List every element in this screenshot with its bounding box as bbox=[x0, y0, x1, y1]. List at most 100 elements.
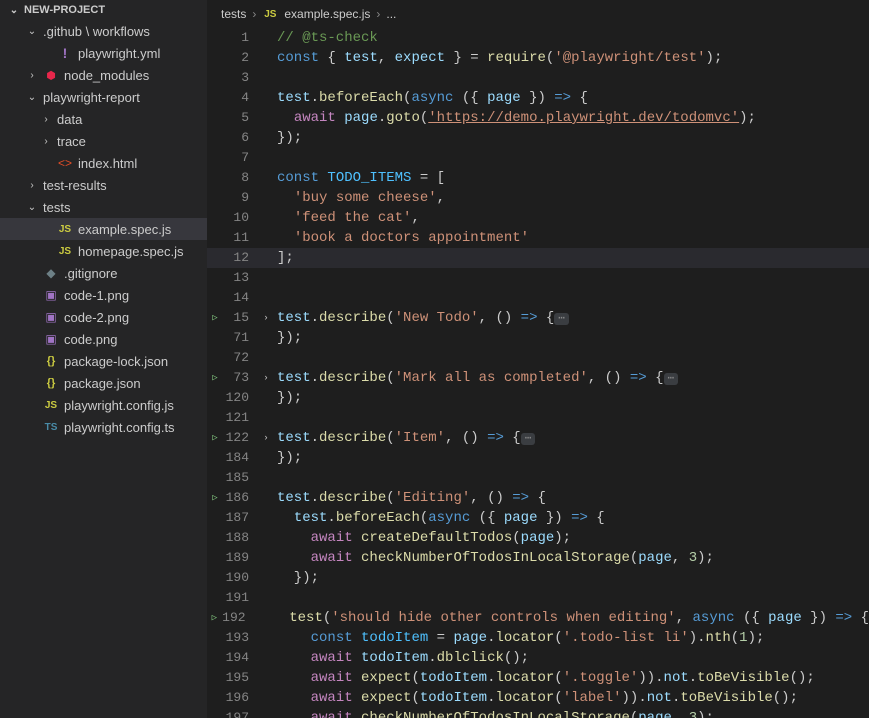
code-line[interactable]: 189 await checkNumberOfTodosInLocalStora… bbox=[207, 548, 869, 568]
run-test-icon[interactable]: ▷ bbox=[212, 308, 217, 328]
code-content[interactable]: }); bbox=[273, 388, 869, 408]
code-line[interactable]: 8const TODO_ITEMS = [ bbox=[207, 168, 869, 188]
code-line[interactable]: ▷73›test.describe('Mark all as completed… bbox=[207, 368, 869, 388]
code-line[interactable]: 195 await expect(todoItem.locator('.togg… bbox=[207, 668, 869, 688]
folder-item[interactable]: ›⬢node_modules bbox=[0, 64, 207, 86]
code-content[interactable]: test.describe('New Todo', () => {⋯ bbox=[273, 308, 869, 328]
code-content[interactable]: }); bbox=[273, 568, 869, 588]
code-line[interactable]: 197 await checkNumberOfTodosInLocalStora… bbox=[207, 708, 869, 718]
code-content[interactable]: await checkNumberOfTodosInLocalStorage(p… bbox=[273, 548, 869, 568]
file-item[interactable]: ▣code-2.png bbox=[0, 306, 207, 328]
run-test-icon[interactable]: ▷ bbox=[212, 488, 217, 508]
folder-item[interactable]: ›test-results bbox=[0, 174, 207, 196]
file-item[interactable]: ▣code-1.png bbox=[0, 284, 207, 306]
code-content[interactable]: test.beforeEach(async ({ page }) => { bbox=[273, 88, 869, 108]
fold-icon[interactable]: › bbox=[263, 368, 268, 388]
code-content[interactable]: const todoItem = page.locator('.todo-lis… bbox=[273, 628, 869, 648]
folder-item[interactable]: ⌄tests bbox=[0, 196, 207, 218]
code-line[interactable]: 13 bbox=[207, 268, 869, 288]
code-content[interactable] bbox=[273, 68, 869, 88]
code-line[interactable]: 120}); bbox=[207, 388, 869, 408]
code-line[interactable]: 5 await page.goto('https://demo.playwrig… bbox=[207, 108, 869, 128]
code-content[interactable]: test.describe('Editing', () => { bbox=[273, 488, 869, 508]
code-content[interactable]: // @ts-check bbox=[273, 28, 869, 48]
code-line[interactable]: 184}); bbox=[207, 448, 869, 468]
code-line[interactable]: ▷15›test.describe('New Todo', () => {⋯ bbox=[207, 308, 869, 328]
code-line[interactable]: 72 bbox=[207, 348, 869, 368]
folder-item[interactable]: ›trace bbox=[0, 130, 207, 152]
code-content[interactable]: ]; bbox=[273, 248, 869, 268]
code-content[interactable]: await createDefaultTodos(page); bbox=[273, 528, 869, 548]
code-line[interactable]: ▷192 test('should hide other controls wh… bbox=[207, 608, 869, 628]
code-line[interactable]: 12]; bbox=[207, 248, 869, 268]
file-item[interactable]: JShomepage.spec.js bbox=[0, 240, 207, 262]
code-line[interactable]: ▷122›test.describe('Item', () => {⋯ bbox=[207, 428, 869, 448]
code-content[interactable] bbox=[273, 348, 869, 368]
code-line[interactable]: 3 bbox=[207, 68, 869, 88]
file-item[interactable]: ▣code.png bbox=[0, 328, 207, 350]
code-line[interactable]: ▷186test.describe('Editing', () => { bbox=[207, 488, 869, 508]
code-line[interactable]: 9 'buy some cheese', bbox=[207, 188, 869, 208]
code-content[interactable]: const TODO_ITEMS = [ bbox=[273, 168, 869, 188]
folder-item[interactable]: ⌄playwright-report bbox=[0, 86, 207, 108]
code-line[interactable]: 71}); bbox=[207, 328, 869, 348]
code-content[interactable]: await todoItem.dblclick(); bbox=[273, 648, 869, 668]
code-content[interactable]: }); bbox=[273, 128, 869, 148]
code-content[interactable] bbox=[273, 408, 869, 428]
run-test-icon[interactable]: ▷ bbox=[212, 608, 217, 628]
code-content[interactable] bbox=[273, 268, 869, 288]
code-line[interactable]: 196 await expect(todoItem.locator('label… bbox=[207, 688, 869, 708]
file-item[interactable]: ◆.gitignore bbox=[0, 262, 207, 284]
code-content[interactable]: 'feed the cat', bbox=[273, 208, 869, 228]
file-item[interactable]: JSplaywright.config.js bbox=[0, 394, 207, 416]
code-line[interactable]: 4test.beforeEach(async ({ page }) => { bbox=[207, 88, 869, 108]
code-line[interactable]: 7 bbox=[207, 148, 869, 168]
code-line[interactable]: 14 bbox=[207, 288, 869, 308]
code-editor[interactable]: 1// @ts-check2const { test, expect } = r… bbox=[207, 28, 869, 718]
file-item[interactable]: !playwright.yml bbox=[0, 42, 207, 64]
breadcrumb-file[interactable]: example.spec.js bbox=[284, 7, 370, 21]
code-line[interactable]: 190 }); bbox=[207, 568, 869, 588]
code-content[interactable]: await expect(todoItem.locator('.toggle')… bbox=[273, 668, 869, 688]
code-line[interactable]: 185 bbox=[207, 468, 869, 488]
fold-icon[interactable]: › bbox=[263, 428, 268, 448]
code-line[interactable]: 1// @ts-check bbox=[207, 28, 869, 48]
code-content[interactable]: test.describe('Mark all as completed', (… bbox=[273, 368, 869, 388]
file-item[interactable]: JSexample.spec.js bbox=[0, 218, 207, 240]
code-content[interactable]: 'buy some cheese', bbox=[273, 188, 869, 208]
code-line[interactable]: 194 await todoItem.dblclick(); bbox=[207, 648, 869, 668]
code-content[interactable]: }); bbox=[273, 328, 869, 348]
folder-item[interactable]: ⌄.github \ workflows bbox=[0, 20, 207, 42]
code-line[interactable]: 121 bbox=[207, 408, 869, 428]
breadcrumb-more[interactable]: ... bbox=[386, 7, 396, 21]
code-content[interactable] bbox=[273, 468, 869, 488]
code-content[interactable]: test('should hide other controls when ed… bbox=[268, 608, 869, 628]
code-content[interactable]: }); bbox=[273, 448, 869, 468]
code-line[interactable]: 191 bbox=[207, 588, 869, 608]
file-item[interactable]: {}package-lock.json bbox=[0, 350, 207, 372]
code-content[interactable]: await expect(todoItem.locator('label')).… bbox=[273, 688, 869, 708]
file-item[interactable]: {}package.json bbox=[0, 372, 207, 394]
code-content[interactable]: await page.goto('https://demo.playwright… bbox=[273, 108, 869, 128]
breadcrumb[interactable]: tests › JS example.spec.js › ... bbox=[207, 0, 869, 28]
run-test-icon[interactable]: ▷ bbox=[212, 428, 217, 448]
file-item[interactable]: <>index.html bbox=[0, 152, 207, 174]
fold-icon[interactable]: › bbox=[263, 308, 268, 328]
code-content[interactable]: const { test, expect } = require('@playw… bbox=[273, 48, 869, 68]
code-line[interactable]: 10 'feed the cat', bbox=[207, 208, 869, 228]
code-content[interactable]: test.beforeEach(async ({ page }) => { bbox=[273, 508, 869, 528]
code-content[interactable]: test.describe('Item', () => {⋯ bbox=[273, 428, 869, 448]
run-test-icon[interactable]: ▷ bbox=[212, 368, 217, 388]
file-item[interactable]: TSplaywright.config.ts bbox=[0, 416, 207, 438]
code-line[interactable]: 188 await createDefaultTodos(page); bbox=[207, 528, 869, 548]
folder-item[interactable]: ›data bbox=[0, 108, 207, 130]
code-line[interactable]: 11 'book a doctors appointment' bbox=[207, 228, 869, 248]
code-line[interactable]: 193 const todoItem = page.locator('.todo… bbox=[207, 628, 869, 648]
code-content[interactable] bbox=[273, 588, 869, 608]
breadcrumb-folder[interactable]: tests bbox=[221, 7, 246, 21]
explorer-root[interactable]: ⌄ NEW-PROJECT bbox=[0, 0, 207, 20]
code-line[interactable]: 2const { test, expect } = require('@play… bbox=[207, 48, 869, 68]
code-line[interactable]: 187 test.beforeEach(async ({ page }) => … bbox=[207, 508, 869, 528]
code-content[interactable]: 'book a doctors appointment' bbox=[273, 228, 869, 248]
code-content[interactable] bbox=[273, 288, 869, 308]
